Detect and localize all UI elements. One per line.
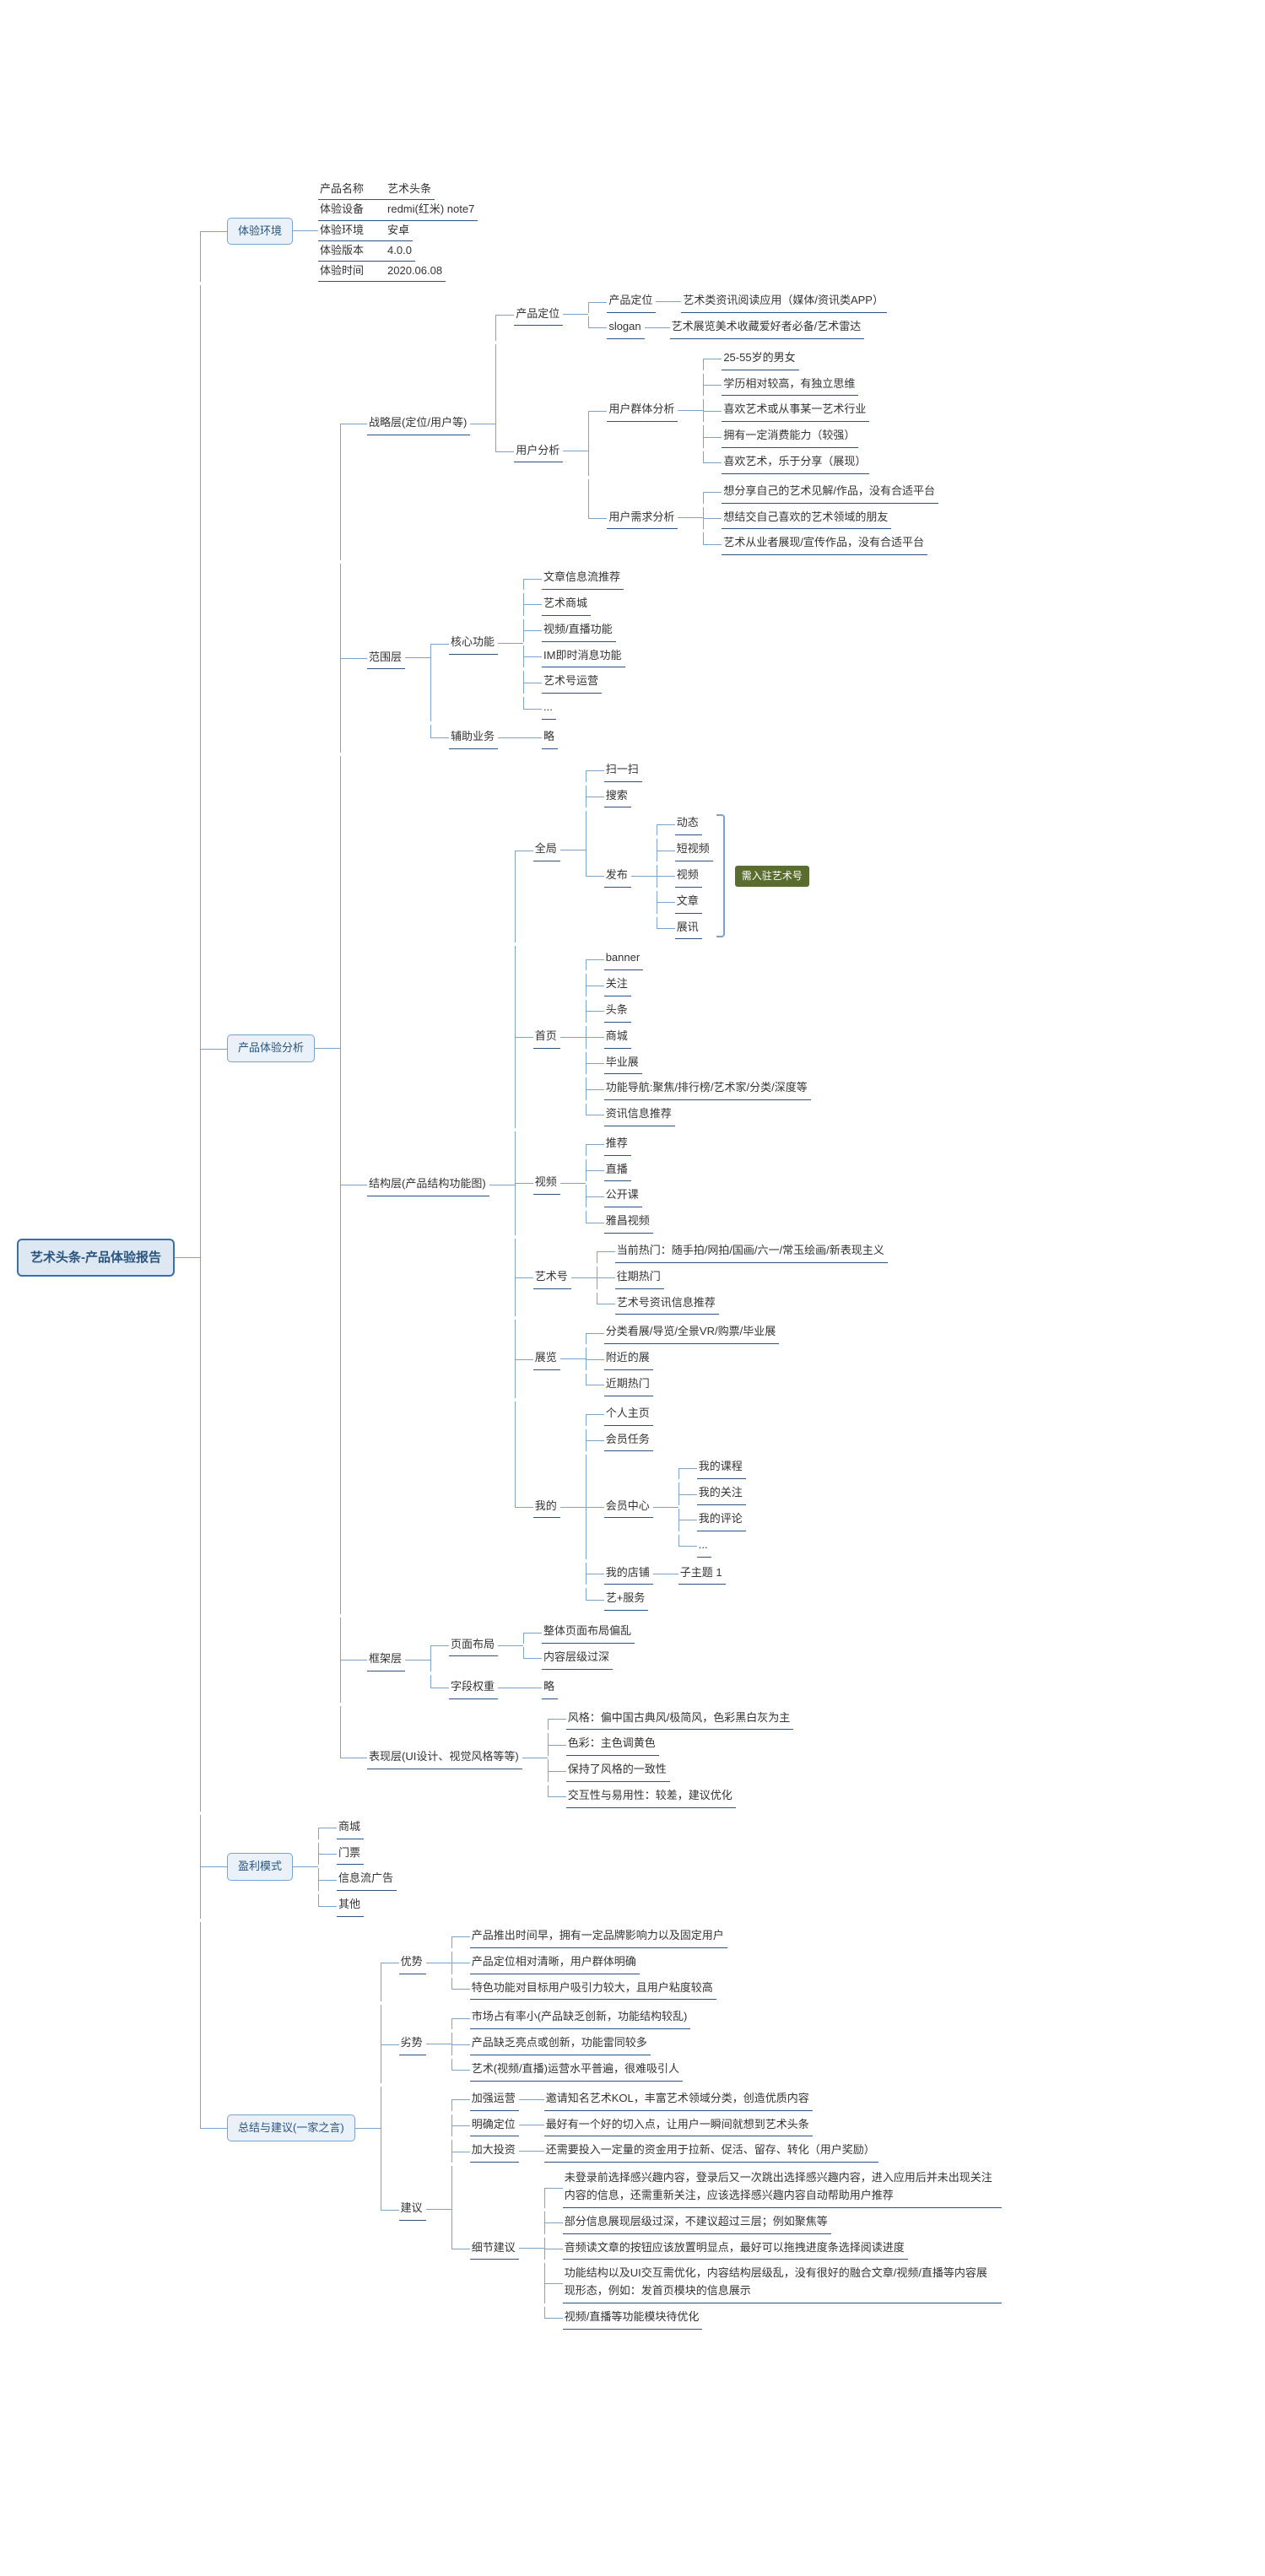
node-env[interactable]: 体验环境: [227, 218, 293, 245]
node-structure[interactable]: 结构层(产品结构功能图): [367, 1174, 489, 1196]
node-analysis[interactable]: 产品体验分析: [227, 1034, 315, 1061]
node-summary[interactable]: 总结与建议(一家之言): [227, 2114, 355, 2141]
node-scope[interactable]: 范围层: [367, 647, 405, 670]
bracket-icon: [716, 814, 725, 937]
env-table: 产品名称艺术头条 体验设备redmi(红米) note7 体验环境安卓 体验版本…: [318, 180, 478, 282]
callout-artnum: 需入驻艺术号: [735, 866, 809, 887]
root-node[interactable]: 艺术头条-产品体验报告: [17, 1239, 175, 1277]
node-users[interactable]: 用户分析: [514, 440, 563, 463]
node-profit[interactable]: 盈利模式: [227, 1853, 293, 1880]
mindmap-root: 艺术头条-产品体验报告 体验环境 产品名称艺术头条 体验设备redmi(红米) …: [17, 34, 1248, 2481]
node-strategy[interactable]: 战略层(定位/用户等): [367, 413, 470, 435]
node-frame[interactable]: 框架层: [367, 1649, 405, 1671]
node-positioning[interactable]: 产品定位: [514, 304, 563, 327]
node-surface[interactable]: 表现层(UI设计、视觉风格等等): [367, 1747, 522, 1769]
